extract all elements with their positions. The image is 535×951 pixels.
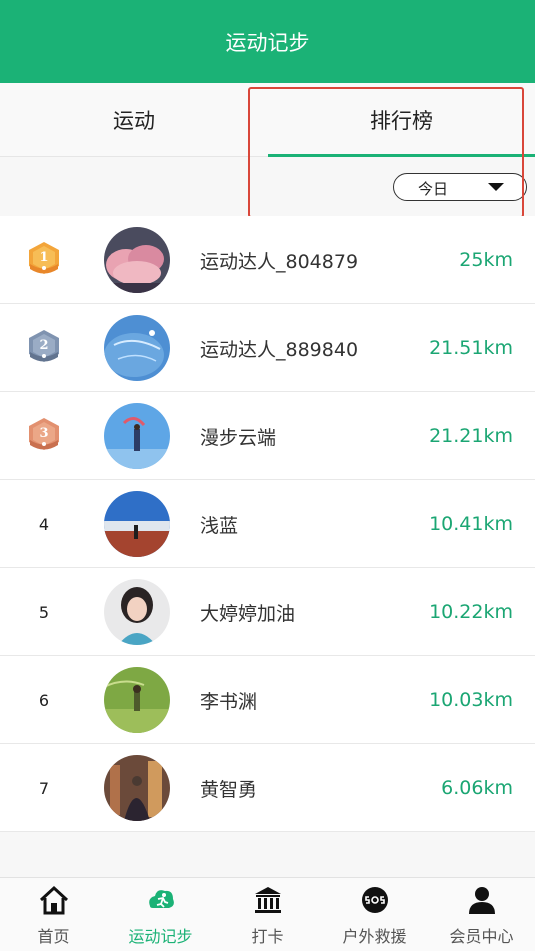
user-name: 李书渊 (200, 690, 258, 713)
nav-member-center[interactable]: 会员中心 (428, 878, 535, 951)
distance-value: 21.51km (429, 337, 513, 359)
nav-home[interactable]: 首页 (0, 878, 107, 951)
bottom-navigation: 首页 运动记步 打卡 户外救援 会员中心 (0, 877, 535, 951)
landmark-icon (255, 887, 281, 913)
user-name: 运动达人_889840 (200, 338, 359, 361)
user-icon (469, 887, 495, 914)
user-name: 漫步云端 (200, 426, 277, 449)
nav-outdoor-rescue[interactable]: 户外救援 (321, 878, 428, 951)
distance-value: 10.03km (429, 689, 513, 711)
tab-ranking[interactable]: 排行榜 (268, 83, 535, 157)
silver-medal-icon: 2 (26, 328, 62, 368)
user-name: 大婷婷加油 (200, 602, 296, 625)
user-name: 浅蓝 (200, 514, 239, 537)
bronze-medal-icon: 3 (26, 416, 62, 456)
ranking-row[interactable]: 2 运动达人_889840 21.51km (0, 304, 535, 392)
rank-cell: 3 (18, 392, 70, 480)
user-name: 运动达人_804879 (200, 250, 359, 273)
page-title: 运动记步 (225, 30, 310, 55)
gold-medal-icon: 1 (26, 240, 62, 280)
ranking-row[interactable]: 5 大婷婷加油 10.22km (0, 568, 535, 656)
avatar[interactable] (104, 227, 170, 293)
rank-number: 7 (38, 778, 50, 798)
avatar[interactable] (104, 579, 170, 645)
medal-rank-number: 3 (39, 425, 49, 441)
medal-rank-number: 2 (39, 337, 49, 353)
distance-value: 21.21km (429, 425, 513, 447)
active-tab-indicator (268, 154, 535, 157)
home-icon (39, 885, 69, 915)
nav-checkin[interactable]: 打卡 (214, 878, 321, 951)
period-dropdown-value: 今日 (418, 180, 449, 198)
ranking-row[interactable]: 1 运动达人_804879 25km (0, 216, 535, 304)
ranking-list: 1 运动达人_804879 25km 2 运动达人_889840 21.51km… (0, 216, 535, 832)
nav-checkin-label: 打卡 (251, 927, 284, 946)
rank-number: 5 (38, 602, 50, 622)
avatar[interactable] (104, 315, 170, 381)
nav-step-counter-label: 运动记步 (128, 927, 193, 946)
tab-sport[interactable]: 运动 (0, 83, 268, 157)
sos-icon (362, 887, 388, 913)
avatar[interactable] (104, 491, 170, 557)
rank-cell: 1 (18, 216, 70, 304)
ranking-row[interactable]: 7 黄智勇 6.06km (0, 744, 535, 832)
ranking-row[interactable]: 6 李书渊 10.03km (0, 656, 535, 744)
rank-cell: 2 (18, 304, 70, 392)
filter-area: 今日 (0, 158, 535, 216)
avatar[interactable] (104, 403, 170, 469)
nav-step-counter[interactable]: 运动记步 (107, 878, 214, 951)
tab-ranking-label: 排行榜 (370, 109, 433, 133)
tab-bar-top: 运动 排行榜 (0, 83, 535, 157)
distance-value: 10.41km (429, 513, 513, 535)
distance-value: 6.06km (441, 777, 513, 799)
distance-value: 10.22km (429, 601, 513, 623)
user-name: 黄智勇 (200, 778, 258, 801)
caret-down-icon (488, 183, 504, 191)
avatar[interactable] (104, 755, 170, 821)
rank-number: 6 (38, 690, 50, 710)
tab-sport-label: 运动 (113, 109, 155, 133)
nav-outdoor-rescue-label: 户外救援 (342, 927, 407, 946)
rank-number: 4 (38, 514, 50, 534)
ranking-row[interactable]: 3 漫步云端 21.21km (0, 392, 535, 480)
running-icon (149, 890, 174, 908)
nav-member-center-label: 会员中心 (449, 927, 514, 946)
avatar[interactable] (104, 667, 170, 733)
ranking-row[interactable]: 4 浅蓝 10.41km (0, 480, 535, 568)
nav-home-label: 首页 (37, 927, 70, 946)
app-header: 运动记步 (0, 0, 535, 83)
medal-rank-number: 1 (39, 249, 49, 265)
period-dropdown[interactable]: 今日 (393, 173, 527, 201)
distance-value: 25km (459, 249, 513, 271)
